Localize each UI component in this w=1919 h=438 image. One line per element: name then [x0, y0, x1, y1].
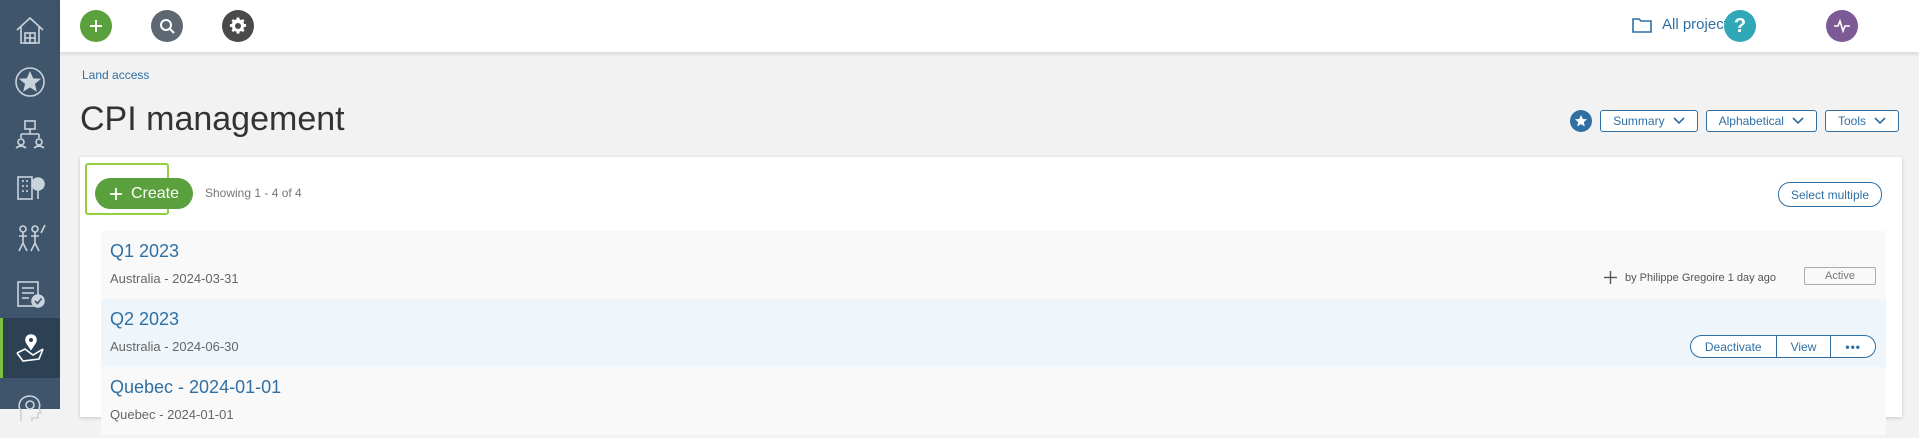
checklist-icon — [17, 281, 45, 308]
summary-dropdown[interactable]: Summary — [1600, 110, 1698, 132]
favorite-button[interactable] — [1570, 110, 1593, 132]
star-circle-icon — [15, 67, 45, 97]
result-count: Showing 1 - 4 of 4 — [205, 186, 302, 200]
plus-icon — [1603, 271, 1617, 284]
status-badge: Active — [1804, 267, 1876, 285]
help-button[interactable]: ? — [1724, 10, 1756, 42]
header-controls: Summary Alphabetical Tools — [1570, 110, 1899, 132]
more-options-button[interactable]: ••• — [1830, 335, 1876, 358]
cpi-list-panel: Create Showing 1 - 4 of 4 Select multipl… — [80, 157, 1902, 435]
settings-button[interactable] — [222, 10, 254, 42]
sidebar-item-land-access[interactable] — [0, 318, 60, 378]
tools-dropdown[interactable]: Tools — [1824, 110, 1899, 132]
home-icon — [16, 16, 44, 44]
folder-icon — [1632, 17, 1652, 33]
question-mark-icon: ? — [1733, 14, 1747, 37]
search-icon — [160, 19, 175, 34]
sidebar-item-community[interactable] — [0, 208, 60, 268]
item-title[interactable]: Q2 2023 — [110, 309, 179, 330]
gear-icon — [229, 17, 247, 34]
create-label: Create — [130, 184, 180, 202]
chevron-down-icon — [1874, 117, 1886, 125]
sidebar-item-property[interactable] — [0, 156, 60, 216]
item-meta: by Philippe Gregoire 1 day ago — [1603, 271, 1776, 284]
org-chart-icon — [15, 120, 45, 149]
plus-icon — [109, 187, 122, 200]
sidebar-item-stakeholders[interactable] — [0, 104, 60, 164]
deactivate-button[interactable]: Deactivate — [1689, 335, 1777, 358]
search-button[interactable] — [151, 10, 183, 42]
map-pin-icon — [16, 334, 44, 362]
chevron-down-icon — [1792, 117, 1804, 125]
select-multiple-button[interactable]: Select multiple — [1777, 182, 1882, 207]
sidebar-item-favorites[interactable] — [0, 52, 60, 112]
list-item[interactable]: Q2 2023 Australia - 2024-06-30 Deactivat… — [101, 299, 1886, 367]
add-button[interactable] — [80, 10, 112, 42]
sort-dropdown[interactable]: Alphabetical — [1705, 110, 1817, 132]
activity-button[interactable] — [1826, 10, 1858, 42]
row-actions: Deactivate View ••• — [1689, 335, 1876, 358]
view-button[interactable]: View — [1775, 335, 1832, 358]
sidebar-item-home[interactable] — [0, 0, 60, 60]
people-tools-icon — [18, 224, 46, 252]
sidebar-item-grievances[interactable] — [0, 378, 60, 438]
sidebar-item-commitments[interactable] — [0, 264, 60, 324]
list-item[interactable]: Q1 2023 Australia - 2024-03-31 by Philip… — [101, 231, 1886, 299]
star-icon — [1575, 115, 1588, 127]
list-item[interactable]: Quebec - 2024-01-01 Quebec - 2024-01-01 — [101, 367, 1886, 435]
alphabetical-label: Alphabetical — [1718, 114, 1784, 128]
chevron-down-icon — [1673, 117, 1685, 125]
item-subtitle: Australia - 2024-06-30 — [110, 339, 239, 354]
pulse-icon — [1834, 18, 1850, 34]
created-by-text: by Philippe Gregoire 1 day ago — [1624, 271, 1776, 284]
item-title[interactable]: Q1 2023 — [110, 241, 179, 262]
building-tree-icon — [17, 176, 45, 200]
breadcrumb[interactable]: Land access — [82, 68, 149, 82]
page-title: CPI management — [80, 100, 345, 138]
all-projects-link[interactable]: All projects — [1632, 16, 1735, 33]
item-subtitle: Quebec - 2024-01-01 — [110, 407, 234, 422]
tools-label: Tools — [1837, 114, 1866, 128]
item-subtitle: Australia - 2024-03-31 — [110, 271, 239, 286]
create-button[interactable]: Create — [95, 178, 193, 209]
plus-icon — [90, 20, 102, 32]
sidebar — [0, 0, 60, 421]
top-bar: All projects ? MB — [60, 0, 1919, 52]
head-gear-icon — [18, 395, 43, 421]
summary-label: Summary — [1613, 114, 1665, 128]
item-title[interactable]: Quebec - 2024-01-01 — [110, 377, 281, 398]
